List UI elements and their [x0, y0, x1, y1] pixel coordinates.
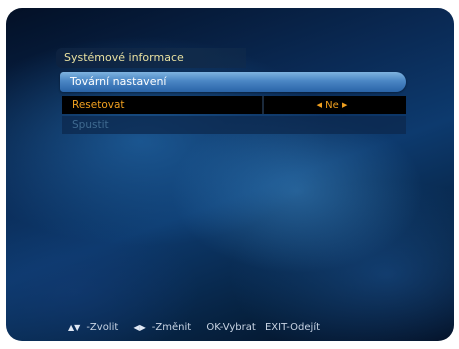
reset-label: Resetovat	[72, 99, 125, 111]
help-change: ◀▶ -Změnit	[133, 322, 192, 333]
system-info-title: Systémové informace	[56, 48, 246, 68]
reset-value-selector[interactable]: ◀ Ne ▶	[272, 96, 392, 115]
help-exit: EXIT-Odejít	[264, 322, 321, 333]
start-label: Spustit	[72, 119, 109, 131]
help-navigate: ▲▼ -Zvolit	[68, 322, 119, 333]
right-arrow-icon[interactable]: ▶	[342, 101, 347, 109]
tv-screen: Systémové informace Tovární nastavení Re…	[6, 8, 454, 341]
left-right-arrows-icon: ◀▶	[133, 323, 146, 332]
factory-settings-header: Tovární nastavení	[60, 72, 406, 92]
row-divider	[262, 96, 264, 114]
up-down-arrows-icon: ▲▼	[68, 323, 81, 332]
help-ok: OK-Vybrat	[206, 322, 256, 333]
menu-item-reset[interactable]: Resetovat ◀ Ne ▶	[62, 96, 406, 114]
menu-item-start[interactable]: Spustit	[62, 116, 406, 134]
left-arrow-icon[interactable]: ◀	[317, 101, 322, 109]
reset-value: Ne	[325, 100, 339, 111]
help-bar: ▲▼ -Zvolit ◀▶ -Změnit OK-Vybrat EXIT-Odejí…	[68, 322, 326, 333]
